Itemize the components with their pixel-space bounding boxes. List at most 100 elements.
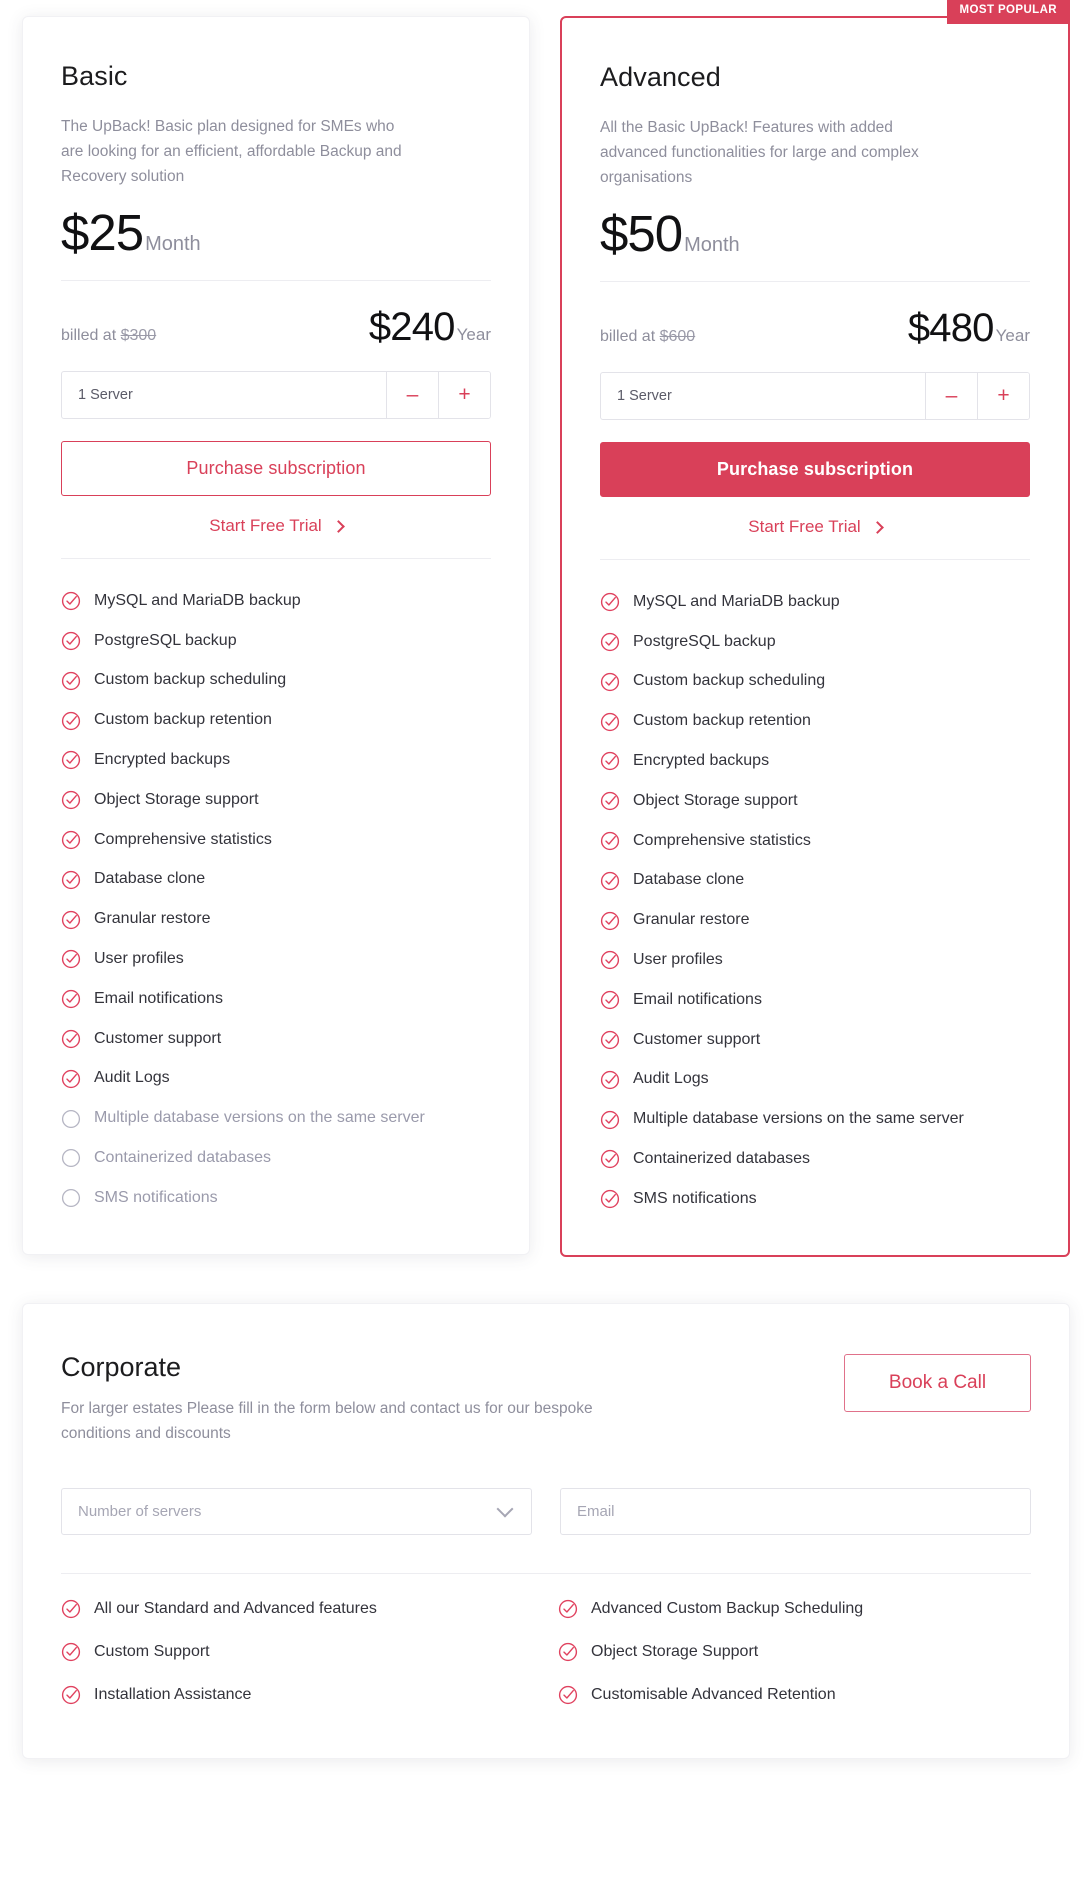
feature-item: Custom backup scheduling xyxy=(600,662,1030,702)
corporate-header: Corporate For larger estates Please fill… xyxy=(61,1350,1031,1446)
feature-item: Object Storage support xyxy=(61,780,491,820)
yearly-price-amount: $480 xyxy=(907,306,995,351)
feature-item: User profiles xyxy=(61,940,491,980)
feature-item: Audit Logs xyxy=(61,1059,491,1099)
check-circle-icon xyxy=(600,831,620,851)
feature-item: Granular restore xyxy=(600,901,1030,941)
check-circle-icon xyxy=(61,671,81,690)
divider xyxy=(61,558,491,560)
feature-item: Database clone xyxy=(600,861,1030,901)
divider xyxy=(600,281,1030,283)
corporate-description: For larger estates Please fill in the fo… xyxy=(61,1400,593,1442)
feature-label: Encrypted backups xyxy=(94,751,231,769)
quantity-decrement-button[interactable]: – xyxy=(386,372,438,419)
feature-label: Containerized databases xyxy=(633,1149,811,1167)
chevron-right-icon xyxy=(870,520,884,534)
yearly-price: $480 Year xyxy=(908,308,1030,348)
start-free-trial-label: Start Free Trial xyxy=(209,516,322,536)
feature-item: PostgreSQL backup xyxy=(600,622,1030,662)
feature-label: Containerized databases xyxy=(94,1148,272,1166)
check-circle-icon xyxy=(600,792,620,811)
feature-list-basic: MySQL and MariaDB backup PostgreSQL backu… xyxy=(61,581,491,1218)
feature-item: Granular restore xyxy=(61,900,491,940)
feature-label: Customer support xyxy=(94,1029,222,1047)
check-circle-icon xyxy=(600,1030,620,1050)
purchase-subscription-button[interactable]: Purchase subscription xyxy=(600,442,1030,498)
check-circle-icon xyxy=(600,672,620,691)
quantity-stepper[interactable]: 1 Server – + xyxy=(600,372,1030,421)
feature-item: Custom backup scheduling xyxy=(61,661,491,701)
plan-card-basic: Basic The UpBack! Basic plan designed fo… xyxy=(22,16,530,1256)
divider xyxy=(61,280,491,282)
number-of-servers-select[interactable]: Number of servers xyxy=(61,1488,532,1536)
feature-item: SMS notifications xyxy=(61,1178,491,1218)
feature-item: Encrypted backups xyxy=(600,742,1030,782)
check-circle-icon xyxy=(61,1600,81,1619)
feature-item: SMS notifications xyxy=(600,1179,1030,1219)
check-circle-icon xyxy=(61,990,81,1009)
feature-label: Custom backup retention xyxy=(94,711,272,729)
quantity-increment-button[interactable]: + xyxy=(977,373,1029,420)
feature-label: Custom backup scheduling xyxy=(633,672,826,690)
divider xyxy=(600,559,1030,561)
monthly-price: $25 Month xyxy=(61,207,491,258)
check-circle-icon xyxy=(61,830,81,850)
feature-label: Object Storage support xyxy=(633,791,798,809)
monthly-price-period: Month xyxy=(684,234,740,257)
feature-item: Custom Support xyxy=(61,1631,534,1674)
feature-label: PostgreSQL backup xyxy=(94,631,237,649)
feature-label: Customer support xyxy=(633,1030,761,1048)
plan-name: Advanced xyxy=(600,62,721,92)
empty-circle-icon xyxy=(61,1109,81,1128)
check-circle-icon xyxy=(61,751,81,770)
yearly-price: $240 Year xyxy=(369,307,491,347)
email-field[interactable]: Email xyxy=(560,1488,1031,1536)
quantity-decrement-button[interactable]: – xyxy=(925,373,977,420)
feature-label: Customisable Advanced Retention xyxy=(591,1685,836,1703)
check-circle-icon xyxy=(600,951,620,970)
feature-item: Email notifications xyxy=(61,979,491,1019)
plans-row: Basic The UpBack! Basic plan designed fo… xyxy=(22,0,1070,1258)
chevron-down-icon xyxy=(496,1500,514,1518)
check-circle-icon xyxy=(61,711,81,730)
start-free-trial-link[interactable]: Start Free Trial xyxy=(61,496,491,558)
feature-item: User profiles xyxy=(600,941,1030,981)
feature-label: MySQL and MariaDB backup xyxy=(94,591,301,609)
quantity-value[interactable]: 1 Server xyxy=(62,372,386,418)
empty-circle-icon xyxy=(61,1149,81,1168)
corporate-feature-list-left: All our Standard and Advanced features Cu… xyxy=(61,1588,534,1716)
number-of-servers-placeholder: Number of servers xyxy=(78,1503,202,1521)
feature-label: Database clone xyxy=(633,871,745,889)
check-circle-icon xyxy=(600,871,620,890)
billed-at-original: $300 xyxy=(120,327,157,345)
quantity-value[interactable]: 1 Server xyxy=(601,373,925,419)
corporate-form: Number of servers Email xyxy=(61,1488,1031,1536)
check-circle-icon xyxy=(600,911,620,930)
quantity-stepper[interactable]: 1 Server – + xyxy=(61,371,491,420)
feature-label: Email notifications xyxy=(633,990,762,1008)
feature-item: Customer support xyxy=(61,1019,491,1059)
check-circle-icon xyxy=(61,592,81,611)
corporate-features-right: Advanced Custom Backup Scheduling Object … xyxy=(558,1588,1031,1716)
feature-item: Advanced Custom Backup Scheduling xyxy=(558,1588,1031,1631)
feature-label: Comprehensive statistics xyxy=(633,831,811,849)
check-circle-icon xyxy=(61,791,81,810)
start-free-trial-link[interactable]: Start Free Trial xyxy=(600,497,1030,559)
quantity-increment-button[interactable]: + xyxy=(438,372,490,419)
billed-at-original: $600 xyxy=(659,328,696,346)
check-circle-icon xyxy=(600,1070,620,1089)
feature-item: Multiple database versions on the same s… xyxy=(600,1100,1030,1140)
purchase-subscription-button[interactable]: Purchase subscription xyxy=(61,441,491,497)
feature-item: Custom backup retention xyxy=(61,701,491,741)
feature-label: Granular restore xyxy=(633,911,750,929)
feature-label: MySQL and MariaDB backup xyxy=(633,592,840,610)
feature-label: Object Storage support xyxy=(94,790,259,808)
check-circle-icon xyxy=(600,1110,620,1129)
check-circle-icon xyxy=(600,752,620,771)
feature-label: Database clone xyxy=(94,870,206,888)
corporate-title: Corporate xyxy=(61,1352,182,1383)
feature-label: Custom backup scheduling xyxy=(94,671,287,689)
yearly-price-amount: $240 xyxy=(368,305,456,350)
monthly-price-period: Month xyxy=(145,233,201,256)
book-a-call-button[interactable]: Book a Call xyxy=(844,1354,1031,1413)
